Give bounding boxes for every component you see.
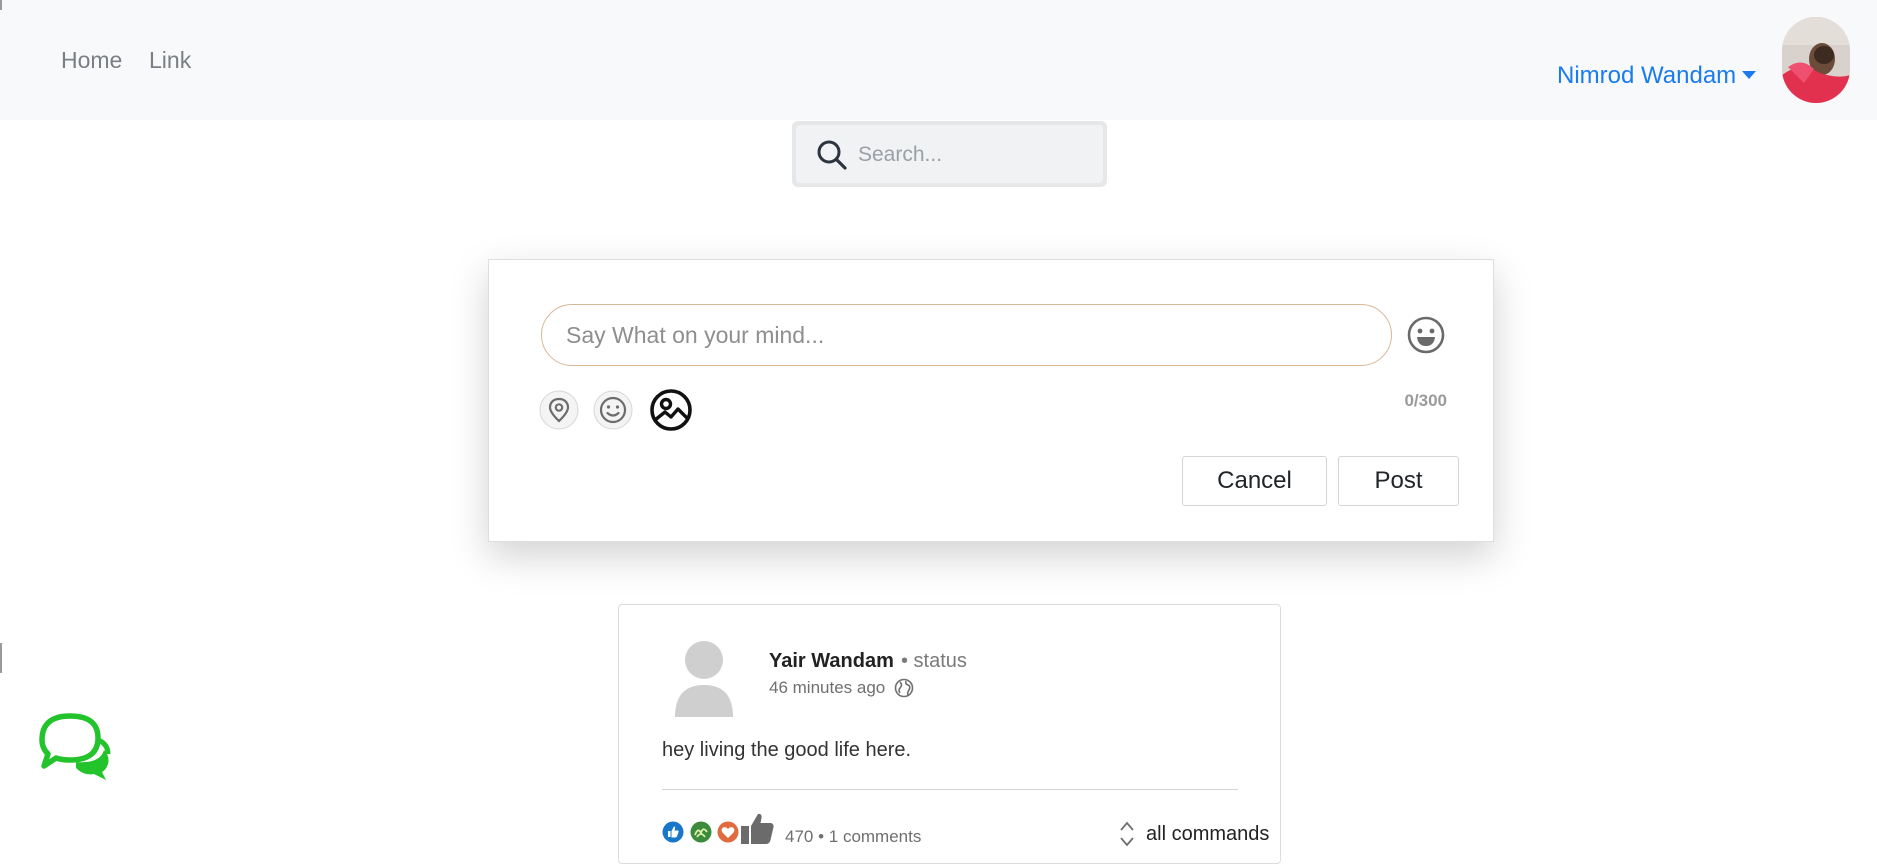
caret-down-icon [1742, 70, 1757, 79]
thumbs-up-icon[interactable] [740, 811, 776, 850]
post-divider [662, 789, 1238, 790]
smile-icon[interactable] [593, 390, 633, 435]
post-composer: 0/300 Cancel Post [488, 259, 1494, 542]
user-placeholder-icon [673, 641, 735, 722]
search-input[interactable] [856, 135, 1090, 175]
post-content: hey living the good life here. [662, 739, 912, 761]
post-timestamp: 46 minutes ago [769, 678, 886, 697]
search-field-container [796, 125, 1103, 183]
reaction-summary[interactable]: 470 • 1 comments [785, 827, 921, 847]
post-card: Yair Wandam • status 46 minutes ago hey … [618, 604, 1281, 864]
user-name: Nimrod Wandam [1557, 62, 1737, 89]
location-icon[interactable] [539, 390, 579, 435]
chat-icon[interactable] [36, 710, 112, 785]
globe-icon [894, 678, 914, 703]
image-icon[interactable] [649, 388, 693, 437]
post-author[interactable]: Yair Wandam [769, 650, 894, 673]
left-edge-mark [0, 643, 2, 673]
user-avatar[interactable] [1782, 17, 1850, 103]
search-icon [816, 139, 848, 176]
nav-link-link[interactable]: Link [149, 47, 191, 74]
comment-sort-select[interactable]: all commands [1146, 823, 1269, 846]
search-box [792, 121, 1107, 187]
celebrate-reaction-icon[interactable] [690, 821, 712, 848]
emoji-picker-icon[interactable] [1406, 315, 1446, 360]
like-reaction-icon[interactable] [662, 821, 684, 848]
love-reaction-icon[interactable] [717, 821, 739, 848]
post-type: • status [901, 650, 967, 672]
character-counter: 0/300 [1404, 391, 1447, 410]
left-edge-mark [0, 0, 2, 10]
avatar-photo [1782, 17, 1850, 103]
status-input[interactable] [541, 304, 1392, 366]
sort-icon[interactable] [1118, 819, 1136, 854]
user-menu-toggle[interactable]: Nimrod Wandam [1557, 62, 1757, 90]
post-button[interactable]: Post [1338, 456, 1459, 506]
nav-home-link[interactable]: Home [61, 47, 122, 74]
cancel-button[interactable]: Cancel [1182, 456, 1327, 506]
top-navbar: Home Link Nimrod Wandam [0, 0, 1877, 120]
